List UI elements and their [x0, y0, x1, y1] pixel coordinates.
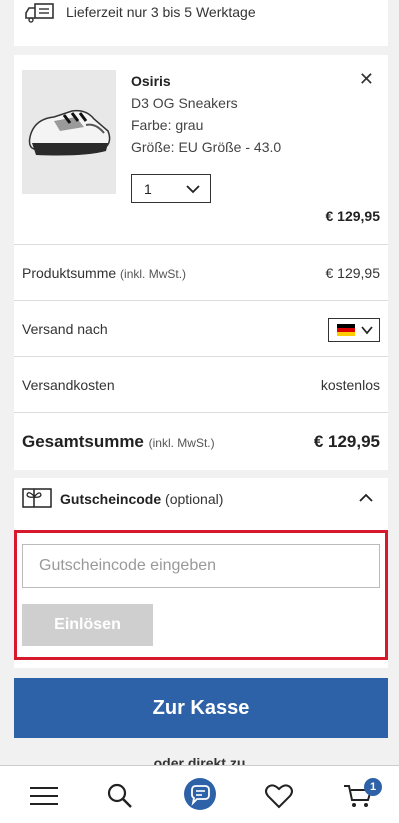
total-row: Gesamtsumme (inkl. MwSt.) € 129,95: [14, 412, 388, 470]
delivery-info-card: Lieferzeit nur 3 bis 5 Werktage: [14, 0, 388, 46]
product-name: D3 OG Sneakers: [131, 95, 238, 111]
chevron-down-icon: [361, 326, 373, 335]
quantity-value: 1: [144, 180, 152, 197]
subtotal-value: € 129,95: [325, 265, 381, 281]
chat-icon[interactable]: [183, 777, 217, 811]
cart-count-badge: 1: [364, 778, 382, 796]
gift-card-icon: [22, 488, 52, 508]
voucher-form: Einlösen: [14, 530, 388, 660]
voucher-card: Gutscheincode (optional) Einlösen: [14, 478, 388, 668]
delivery-truck-icon: [25, 3, 54, 23]
total-label: Gesamtsumme (inkl. MwSt.): [22, 432, 215, 451]
voucher-title: Gutscheincode (optional): [60, 491, 224, 507]
redeem-voucher-button[interactable]: Einlösen: [22, 604, 153, 646]
product-image[interactable]: [22, 70, 116, 194]
shipping-to-label: Versand nach: [22, 321, 108, 337]
chevron-down-icon: [186, 185, 200, 194]
product-size: Größe: EU Größe - 43.0: [131, 139, 282, 155]
sneaker-image: [28, 109, 111, 156]
subtotal-row: Produktsumme (inkl. MwSt.) € 129,95: [14, 244, 388, 300]
quantity-select[interactable]: 1: [131, 174, 211, 203]
remove-item-close-icon[interactable]: ✕: [359, 69, 374, 90]
heart-icon[interactable]: [263, 780, 295, 812]
bottom-navigation: [0, 765, 399, 823]
shipping-cost-row: Versandkosten kostenlos: [14, 356, 388, 412]
shipping-cost-value: kostenlos: [320, 377, 380, 393]
subtotal-label: Produktsumme (inkl. MwSt.): [22, 265, 187, 281]
menu-icon[interactable]: [28, 780, 60, 812]
chevron-up-icon[interactable]: [358, 490, 374, 506]
checkout-button[interactable]: Zur Kasse: [14, 678, 388, 738]
cart-product-card: Osiris D3 OG Sneakers Farbe: grau Größe:…: [14, 55, 388, 470]
shipping-country-select[interactable]: [328, 318, 380, 342]
voucher-code-input[interactable]: [22, 544, 380, 588]
product-price: € 129,95: [325, 208, 381, 224]
product-brand: Osiris: [131, 73, 171, 89]
shipping-country-row: Versand nach: [14, 300, 388, 356]
delivery-time-text: Lieferzeit nur 3 bis 5 Werktage: [66, 4, 256, 20]
search-icon[interactable]: [104, 780, 136, 812]
germany-flag-icon: [337, 324, 355, 336]
product-color: Farbe: grau: [131, 117, 204, 133]
shipping-cost-label: Versandkosten: [22, 377, 115, 393]
total-value: € 129,95: [313, 432, 380, 451]
